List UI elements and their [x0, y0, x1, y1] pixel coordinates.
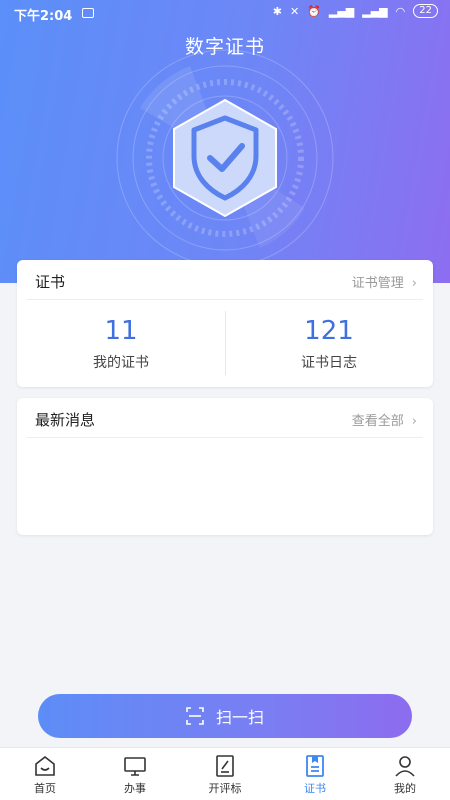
news-card: 最新消息 查看全部 ›	[17, 398, 433, 535]
chevron-right-icon: ›	[411, 414, 417, 429]
user-icon	[395, 756, 415, 777]
tab-certificates[interactable]: 证书	[270, 748, 360, 800]
certificate-log-label: 证书日志	[301, 355, 357, 371]
certificates-card: 证书 证书管理 › 11 我的证书 121 证书日志	[17, 260, 433, 387]
tab-certificates-label: 证书	[304, 782, 326, 795]
certificate-icon	[306, 755, 324, 777]
news-list	[17, 438, 433, 534]
scan-icon	[186, 707, 204, 725]
tab-profile-label: 我的	[394, 782, 416, 795]
my-certificates-count: 11	[104, 316, 138, 346]
wifi-icon: ◠	[395, 4, 406, 18]
tab-bidding[interactable]: 开评标	[180, 748, 270, 800]
bottom-tab-bar: 首页 办事 开评标 证书 我的	[0, 747, 450, 800]
hero-header: 下午2:04 ✱ ✕ ⏰ ▂▄▆ ▂▄▆ ◠ 22 数字证书	[0, 0, 450, 283]
monitor-icon	[124, 757, 146, 776]
status-time: 下午2:04	[14, 9, 73, 24]
certificate-log-count: 121	[304, 316, 354, 346]
tab-home[interactable]: 首页	[0, 748, 90, 800]
notification-icon	[82, 8, 94, 18]
news-card-title: 最新消息	[35, 411, 96, 429]
scan-button-label: 扫一扫	[215, 710, 264, 727]
certificates-card-title: 证书	[35, 273, 66, 291]
view-all-link[interactable]: 查看全部 ›	[352, 410, 417, 429]
tab-profile[interactable]: 我的	[360, 748, 450, 800]
my-certificates-stat[interactable]: 11 我的证书	[17, 300, 225, 385]
security-shield-illustration	[116, 49, 334, 267]
certificate-log-stat[interactable]: 121 证书日志	[225, 300, 433, 385]
scan-button[interactable]: 扫一扫	[38, 694, 412, 738]
chevron-right-icon: ›	[411, 276, 417, 291]
tab-services[interactable]: 办事	[90, 748, 180, 800]
status-bar: 下午2:04 ✱ ✕ ⏰ ▂▄▆ ▂▄▆ ◠ 22	[0, 0, 450, 26]
signal-icon-2: ▂▄▆	[362, 4, 388, 18]
tab-services-label: 办事	[124, 782, 146, 795]
signal-icon: ▂▄▆	[328, 4, 355, 18]
alarm-icon: ⏰	[307, 4, 321, 18]
battery-icon: 22	[413, 4, 438, 18]
tab-bidding-label: 开评标	[208, 782, 242, 795]
my-certificates-label: 我的证书	[93, 355, 149, 371]
mute-icon: ✕	[289, 4, 300, 18]
view-all-label: 查看全部	[351, 414, 404, 429]
home-icon	[35, 755, 55, 776]
stats-divider	[225, 311, 226, 375]
certificate-management-label: 证书管理	[351, 276, 404, 291]
bluetooth-icon: ✱	[272, 4, 282, 18]
edit-document-icon	[216, 755, 234, 777]
tab-home-label: 首页	[34, 782, 56, 795]
certificate-management-link[interactable]: 证书管理 ›	[352, 272, 417, 291]
